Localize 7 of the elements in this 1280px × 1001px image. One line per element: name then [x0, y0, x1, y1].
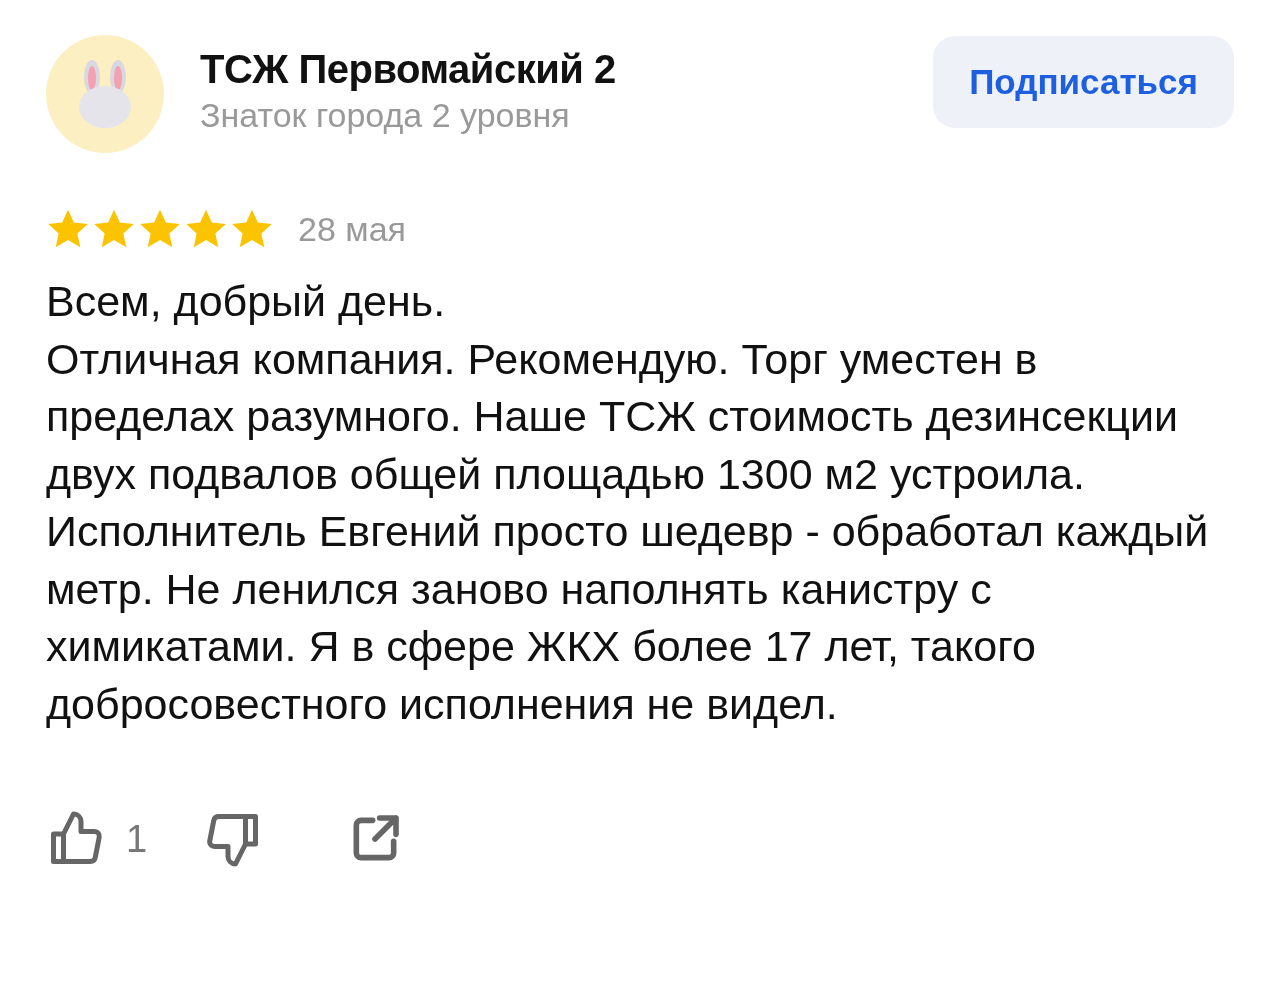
author-name[interactable]: ТСЖ Первомайский 2 — [200, 47, 898, 92]
review-text: Всем, добрый день. — [46, 276, 447, 327]
subscribe-button[interactable]: Подписаться — [933, 36, 1234, 128]
like-count: 1 — [126, 817, 148, 861]
author-level: Знаток города 2 уровня — [200, 96, 571, 135]
review-text: Отличная компания. Рекомендую. Торг уместен в пределах разумного. Наше ТСЖ стоимость дезинсекции двух подвалов общей площадью 1300 м2 устроила. Исполнитель Евгений просто шедевр - обработал каждый метр. Не ленился заново наполнять канистру с химикатами. Я в сфере ЖКХ более 17 лет, такого добросовестного исполнения не видел. — [46, 333, 1210, 730]
review-date: 28 мая — [298, 209, 406, 249]
